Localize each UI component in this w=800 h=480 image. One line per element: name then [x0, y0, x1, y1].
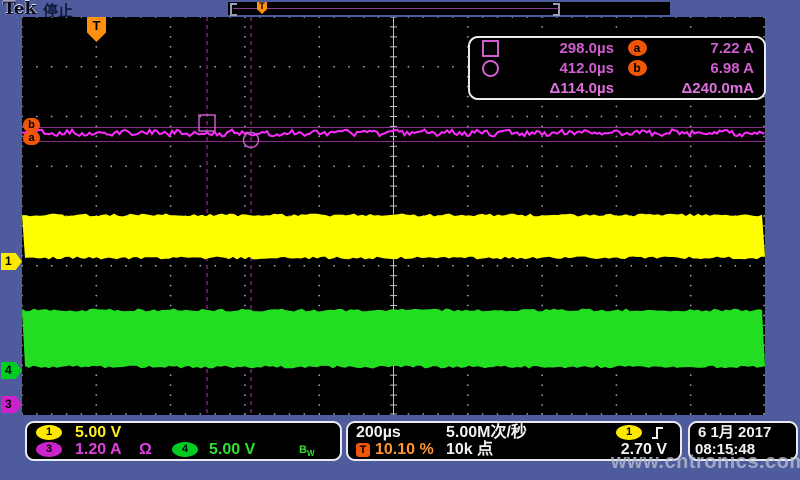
cursor-a-edge-badge[interactable]: a	[23, 131, 40, 145]
date-value: 6 1月 2017	[698, 424, 771, 442]
channel-4-badge[interactable]: 4	[172, 442, 198, 457]
channel-1-scale: 5.00 V	[75, 424, 121, 442]
position-trigger-icon[interactable]: T	[257, 2, 267, 14]
channel-1-badge[interactable]: 1	[36, 425, 62, 440]
channel-3-impedance: Ω	[139, 441, 152, 459]
trigger-position-value: 10.10 %	[375, 441, 434, 459]
position-bracket-right-icon	[553, 3, 560, 16]
cursor-delta-time: Δ114.0µs	[510, 80, 618, 97]
cursor-delta-value: Δ240.0mA	[656, 80, 764, 97]
cursor-measurement-box: 298.0µs a 7.22 A 412.0µs b 6.98 A Δ114.0…	[468, 36, 766, 100]
cursor-b-edge-badge[interactable]: b	[23, 118, 40, 132]
cursor-1-time: 298.0µs	[510, 40, 618, 57]
cursor-b-value: 6.98 A	[656, 60, 764, 77]
cursor-a-badge: a	[628, 40, 647, 56]
cursor-a-value: 7.22 A	[656, 40, 764, 57]
channel-3-badge[interactable]: 3	[36, 442, 62, 457]
cursor-b-badge: b	[628, 60, 647, 76]
position-bracket-left-icon	[230, 3, 237, 16]
channel-1-position-marker[interactable]: 1	[1, 253, 22, 270]
sample-rate-value: 5.00M次/秒	[446, 424, 527, 442]
cursor-2-time: 412.0µs	[510, 60, 618, 77]
channel-4-position-marker[interactable]: 4	[1, 362, 22, 379]
trigger-source-badge[interactable]: 1	[616, 425, 642, 440]
timebase-value: 200µs	[356, 424, 401, 442]
cursor-2-circle-icon	[482, 60, 499, 77]
channel-3-position-marker[interactable]: 3	[1, 396, 22, 413]
trigger-position-badge: T	[356, 443, 370, 457]
position-waveform-line	[233, 8, 559, 9]
horizontal-position-bar[interactable]: T	[228, 2, 670, 15]
record-length-value: 10k 点	[446, 441, 493, 459]
vertical-readout-box[interactable]: 1 5.00 V 3 1.20 A Ω 4 5.00 V BW	[25, 421, 342, 461]
channel-4-scale: 5.00 V	[209, 441, 255, 459]
channel-3-scale: 1.20 A	[75, 441, 122, 459]
watermark: www.cntronics.com	[611, 451, 800, 474]
cursor-1-square-icon	[482, 40, 499, 57]
oscilloscope-display: Tek 停止 T T b a 1 4 3 298.0µs a 7.22 A 41…	[0, 0, 800, 480]
bandwidth-limit-icon: BW	[299, 441, 315, 463]
